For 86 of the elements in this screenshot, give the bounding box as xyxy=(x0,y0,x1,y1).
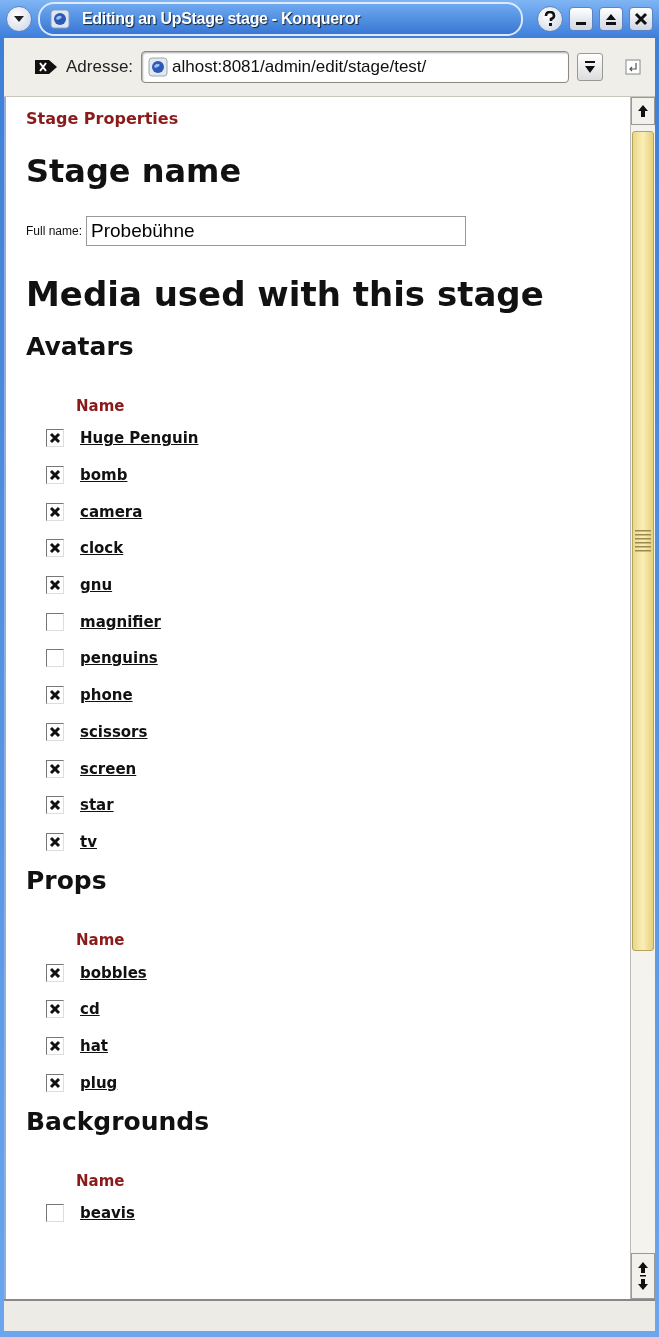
x-mark-icon xyxy=(49,799,61,812)
help-button[interactable] xyxy=(537,6,563,32)
checkbox[interactable] xyxy=(46,539,64,558)
x-mark-icon xyxy=(49,1076,61,1089)
media-link[interactable]: tv xyxy=(80,832,97,851)
media-link[interactable]: phone xyxy=(80,686,133,705)
checkbox[interactable] xyxy=(46,722,64,741)
scroll-buttons[interactable] xyxy=(631,1253,655,1299)
globe-icon xyxy=(148,57,169,77)
checkbox[interactable] xyxy=(46,1204,64,1223)
media-link[interactable]: camera xyxy=(80,502,143,521)
media-link[interactable]: magnifier xyxy=(80,612,161,631)
column-header: Name xyxy=(76,397,126,415)
media-link[interactable]: star xyxy=(80,796,114,815)
media-link[interactable]: gnu xyxy=(80,576,113,595)
field-label: Full name: xyxy=(26,224,83,238)
checkbox[interactable] xyxy=(46,686,64,705)
x-mark-icon xyxy=(49,542,61,555)
media-link[interactable]: beavis xyxy=(80,1204,135,1223)
caret-icon xyxy=(13,15,25,23)
clear-location-button[interactable] xyxy=(34,59,58,75)
x-mark-icon xyxy=(49,579,61,592)
scrollbar-thumb[interactable] xyxy=(632,131,654,951)
checkbox[interactable] xyxy=(46,1073,64,1092)
section-heading: Stage name xyxy=(26,152,243,190)
window-title: Editing an UpStage stage - Konqueror xyxy=(82,10,361,28)
enter-icon xyxy=(625,59,641,75)
x-mark-icon xyxy=(49,762,61,775)
media-link[interactable]: penguins xyxy=(80,649,158,668)
window-menu-button[interactable] xyxy=(6,6,32,32)
maximize-icon xyxy=(604,12,618,26)
close-icon xyxy=(634,12,648,26)
column-header: Name xyxy=(76,1172,126,1190)
address-field[interactable]: alhost:8081/admin/edit/stage/test/ xyxy=(141,51,569,83)
checkbox[interactable] xyxy=(46,502,64,521)
history-dropdown-button[interactable] xyxy=(577,53,603,81)
media-link[interactable]: hat xyxy=(80,1036,108,1055)
checkbox[interactable] xyxy=(46,963,64,982)
maximize-button[interactable] xyxy=(599,7,623,31)
group-heading: Avatars xyxy=(26,332,135,361)
address-label: Adresse: xyxy=(66,57,134,77)
minimize-icon xyxy=(576,22,586,25)
media-link[interactable]: plug xyxy=(80,1073,118,1092)
scroll-up-button[interactable] xyxy=(631,97,655,125)
media-link[interactable]: cd xyxy=(80,1000,100,1019)
up-down-arrows-icon xyxy=(637,1261,649,1291)
x-mark-icon xyxy=(49,966,61,979)
x-mark-icon xyxy=(49,1003,61,1016)
media-link[interactable]: screen xyxy=(80,759,137,778)
media-link[interactable]: bomb xyxy=(80,466,128,485)
page-title: Stage Properties xyxy=(26,109,180,128)
section-heading: Media used with this stage xyxy=(26,274,545,314)
checkbox[interactable] xyxy=(46,759,64,778)
group-heading: Backgrounds xyxy=(26,1107,211,1136)
media-link[interactable]: scissors xyxy=(80,722,148,741)
checkbox[interactable] xyxy=(46,796,64,815)
checkbox[interactable] xyxy=(46,649,64,668)
down-arrow-icon xyxy=(584,60,596,74)
x-mark-icon xyxy=(49,505,61,518)
x-mark-icon xyxy=(49,835,61,848)
vertical-scrollbar[interactable] xyxy=(630,97,655,1299)
clear-icon xyxy=(34,59,58,75)
close-button[interactable] xyxy=(629,7,653,31)
group-heading: Props xyxy=(26,866,108,896)
up-arrow-icon xyxy=(637,104,649,118)
x-mark-icon xyxy=(49,1039,61,1052)
grip-icon xyxy=(634,529,652,553)
full-name-field[interactable]: Probebühne xyxy=(86,216,467,246)
checkbox[interactable] xyxy=(46,612,64,631)
x-mark-icon xyxy=(49,469,61,482)
checkbox[interactable] xyxy=(46,466,64,485)
checkbox[interactable] xyxy=(46,429,64,448)
checkbox[interactable] xyxy=(46,1000,64,1019)
help-icon xyxy=(543,11,557,27)
globe-icon xyxy=(50,9,70,29)
minimize-button[interactable] xyxy=(569,7,593,31)
media-link[interactable]: Huge Penguin xyxy=(80,429,199,448)
checkbox[interactable] xyxy=(46,576,64,595)
x-mark-icon xyxy=(49,432,61,445)
checkbox[interactable] xyxy=(46,1036,64,1055)
x-mark-icon xyxy=(49,689,61,702)
media-link[interactable]: clock xyxy=(80,539,124,558)
x-mark-icon xyxy=(49,725,61,738)
checkbox[interactable] xyxy=(46,832,64,851)
media-link[interactable]: bobbles xyxy=(80,963,147,982)
column-header: Name xyxy=(76,931,126,950)
